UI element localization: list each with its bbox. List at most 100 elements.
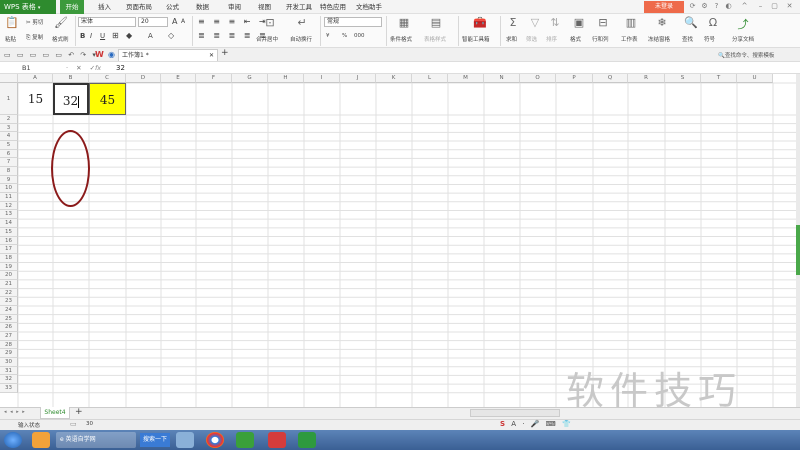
row-header-14[interactable]: 14 (0, 219, 18, 228)
minimize-icon[interactable]: – (756, 2, 765, 11)
worksheet-button[interactable]: 工作表 (621, 35, 638, 43)
sheet-nav-arrows[interactable]: ◂ ◂ ▸ ▸ (4, 409, 26, 415)
row-header-5[interactable]: 5 (0, 141, 18, 150)
border-icon[interactable]: ⊞ (112, 31, 119, 40)
column-header-t[interactable]: T (701, 74, 737, 83)
sheet-grid[interactable]: ABCDEFGHIJKLMNOPQRSTU 1 2 3 4 5 6 7 8 9 10 11 12 13 1… (0, 74, 796, 407)
settings-icon[interactable]: ⚙ (700, 2, 709, 11)
tab-special[interactable]: 特色应用 (320, 0, 346, 14)
app-menu-button[interactable]: WPS 表格 ▾ (0, 0, 56, 14)
italic-button[interactable]: I (90, 32, 92, 40)
filter-button[interactable]: 筛选 (526, 35, 537, 43)
cell-a1[interactable]: 15 (18, 83, 53, 115)
app-icon-1[interactable] (32, 432, 50, 448)
underline-button[interactable]: U (100, 32, 105, 40)
row-header-9[interactable]: 9 (0, 175, 18, 185)
row-header-27[interactable]: 27 (0, 332, 18, 341)
thousands-button[interactable]: 000 (354, 33, 365, 39)
font-size-down-button[interactable]: A (181, 18, 185, 25)
taskbar-search-button[interactable]: 搜索一下 (140, 433, 170, 447)
ime-tray-icons[interactable]: S A · 🎤 ⌨ 👕 (500, 420, 573, 428)
column-header-i[interactable]: I (304, 74, 340, 83)
tab-page-layout[interactable]: 页面布局 (126, 0, 152, 14)
format-button[interactable]: 格式 (570, 35, 581, 43)
row-header-24[interactable]: 24 (0, 305, 18, 315)
row-header-26[interactable]: 26 (0, 323, 18, 332)
chrome-icon[interactable] (206, 432, 224, 448)
sort-button[interactable]: 排序 (546, 35, 557, 43)
smart-toolbox-button[interactable]: 智能工具箱 (462, 35, 490, 43)
quick-access-icons[interactable]: ▭ ▭ ▭ ▭ ▭ ↶ ↷ ▾ (4, 51, 98, 59)
conditional-format-button[interactable]: 条件格式 (390, 35, 412, 43)
align-top-icons[interactable]: ≡ ≡ ≡ ⇤ ⇥ (198, 17, 269, 26)
paste-button[interactable]: 粘贴 (5, 35, 16, 43)
tab-view[interactable]: 视图 (258, 0, 271, 14)
row-header-1[interactable]: 1 (0, 83, 18, 115)
row-header-21[interactable]: 21 (0, 279, 18, 289)
row-header-28[interactable]: 28 (0, 340, 18, 350)
horizontal-scrollbar[interactable] (470, 409, 560, 417)
row-header-22[interactable]: 22 (0, 288, 18, 298)
row-header-12[interactable]: 12 (0, 201, 18, 211)
row-header-13[interactable]: 13 (0, 210, 18, 220)
font-size-up-button[interactable]: A (172, 17, 177, 26)
skin-icon[interactable]: ◐ (724, 2, 733, 11)
tab-formulas[interactable]: 公式 (166, 0, 179, 14)
merge-center-button[interactable]: 合并居中 (256, 35, 278, 43)
column-header-n[interactable]: N (484, 74, 520, 83)
fx-button[interactable]: fx (95, 64, 101, 72)
column-header-h[interactable]: H (268, 74, 304, 83)
find-button[interactable]: 查找 (682, 35, 693, 43)
symbol-button[interactable]: 符号 (704, 35, 715, 43)
row-header-2[interactable]: 2 (0, 115, 18, 124)
wps-spreadsheet-icon[interactable] (298, 432, 316, 448)
wrap-text-button[interactable]: 自动换行 (290, 35, 312, 43)
row-header-16[interactable]: 16 (0, 236, 18, 246)
maximize-icon[interactable]: ▢ (770, 2, 779, 11)
freeze-panes-button[interactable]: 冻结窗格 (648, 35, 670, 43)
command-search[interactable]: 🔍查找命令、搜索模板 (718, 51, 774, 59)
number-format-select[interactable]: 常规 (324, 17, 382, 27)
name-box[interactable]: B1 (22, 64, 31, 72)
column-header-r[interactable]: R (628, 74, 665, 83)
cut-button[interactable]: ✂ 剪切 (26, 18, 43, 26)
column-header-u[interactable]: U (737, 74, 773, 83)
column-header-d[interactable]: D (126, 74, 161, 83)
row-header-32[interactable]: 32 (0, 375, 18, 385)
start-button[interactable] (4, 432, 22, 448)
row-header-29[interactable]: 29 (0, 349, 18, 359)
row-header-10[interactable]: 10 (0, 184, 18, 194)
cell-c1[interactable]: 45 (89, 83, 126, 115)
row-col-button[interactable]: 行和列 (592, 35, 609, 43)
sheet-tab-sheet4[interactable]: Sheet4 (40, 407, 70, 419)
share-button[interactable]: 分享文档 (732, 35, 754, 43)
app-icon-2[interactable] (176, 432, 194, 448)
new-tab-icon[interactable]: + (221, 48, 229, 58)
currency-button[interactable]: ¥ (326, 33, 330, 39)
close-tab-icon[interactable]: ✕ (209, 50, 214, 61)
column-header-p[interactable]: P (556, 74, 593, 83)
row-header-20[interactable]: 20 (0, 271, 18, 280)
row-header-6[interactable]: 6 (0, 149, 18, 159)
table-style-button[interactable]: 表格样式 (424, 35, 446, 43)
row-header-15[interactable]: 15 (0, 227, 18, 237)
column-header-c[interactable]: C (89, 74, 126, 83)
cell-b1-selected[interactable]: 32 (53, 83, 89, 115)
row-header-4[interactable]: 4 (0, 132, 18, 142)
help-icon[interactable]: ? (712, 2, 721, 11)
row-header-31[interactable]: 31 (0, 366, 18, 376)
font-color-icon[interactable]: A (148, 32, 153, 40)
font-name-select[interactable]: 宋体 (78, 17, 136, 27)
tab-home[interactable]: 开始 (60, 0, 84, 14)
bold-button[interactable]: B (80, 32, 85, 40)
clear-icon[interactable]: ◇ (168, 31, 174, 40)
column-header-q[interactable]: Q (593, 74, 628, 83)
row-header-25[interactable]: 25 (0, 314, 18, 324)
fill-color-icon[interactable]: ◆ (126, 31, 132, 40)
row-header-23[interactable]: 23 (0, 297, 18, 306)
app-icon-3[interactable] (236, 432, 254, 448)
row-header-8[interactable]: 8 (0, 167, 18, 176)
side-panel-handle[interactable] (796, 225, 800, 275)
column-header-k[interactable]: K (376, 74, 412, 83)
format-painter-button[interactable]: 格式刷 (52, 35, 69, 43)
